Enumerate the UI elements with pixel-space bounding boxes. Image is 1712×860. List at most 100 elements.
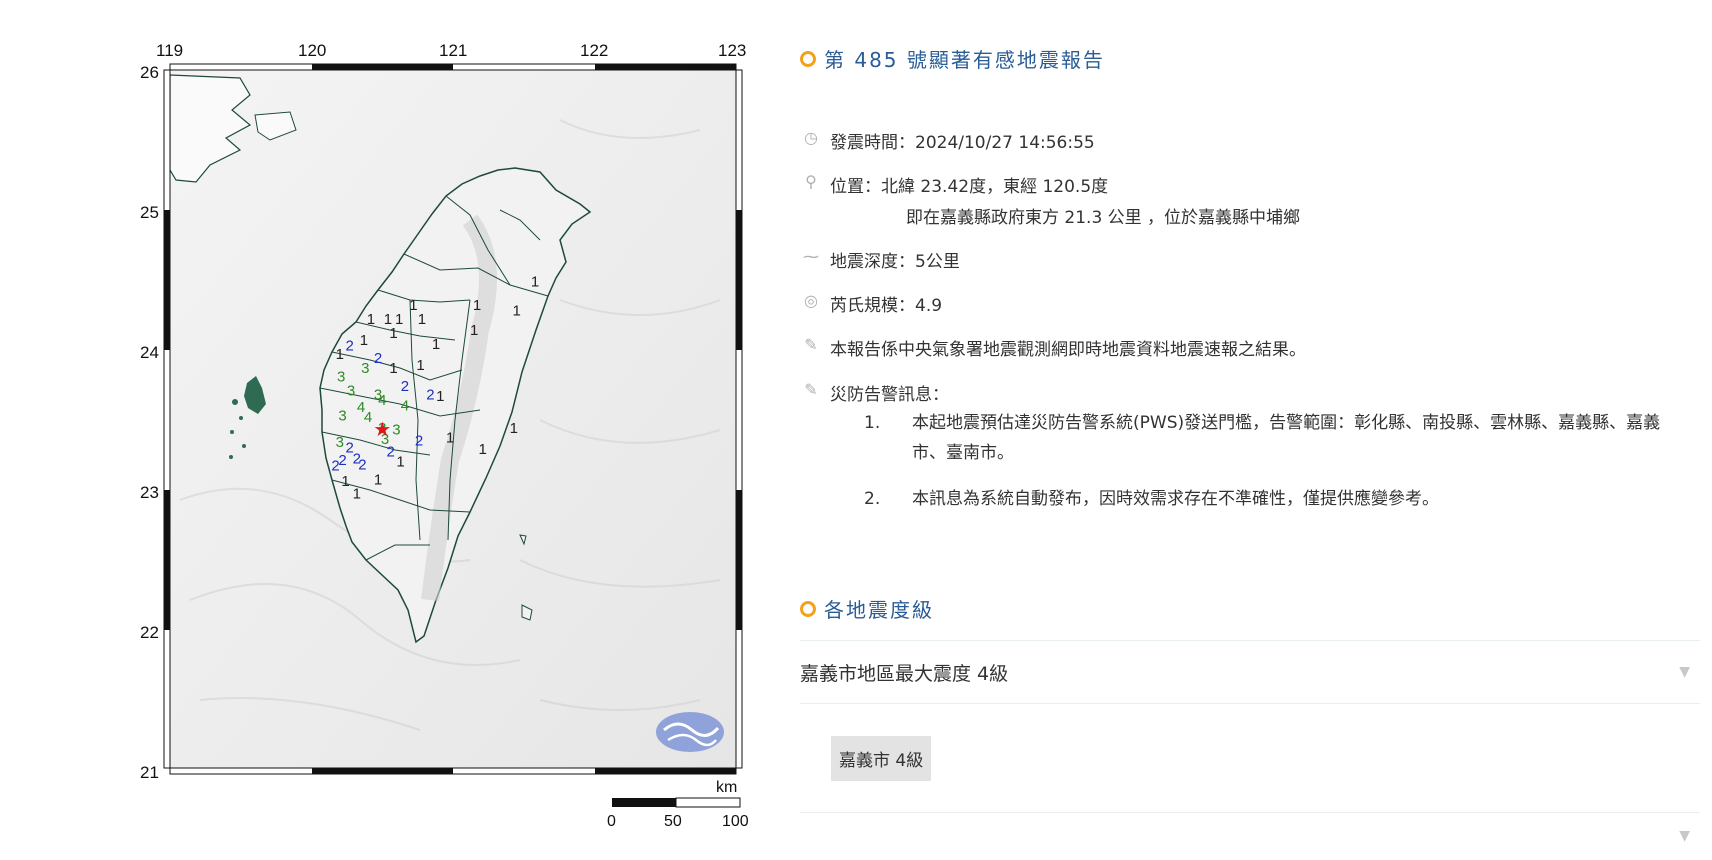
area-intensity-chip[interactable]: 嘉義市 4級 xyxy=(831,736,932,781)
station-intensity-label: 1 xyxy=(367,311,375,328)
station-intensity-label: 3 xyxy=(392,421,400,438)
area-intensity-label: 嘉義市 4級 xyxy=(839,751,924,771)
station-intensity-label: 2 xyxy=(346,338,354,355)
station-intensity-label: 1 xyxy=(531,273,539,290)
report-title: 第 485 號顯著有感地震報告 xyxy=(824,48,1105,72)
lon-tick-label: 122 xyxy=(580,41,608,60)
station-intensity-label: 1 xyxy=(336,346,344,363)
station-intensity-label: 2 xyxy=(358,456,366,473)
warning-row: ✎ 災防告警訊息： xyxy=(800,380,949,405)
region-max-intensity: 嘉義市地區最大震度 4級 xyxy=(800,662,1009,685)
region-accordion-header[interactable]: 嘉義市地區最大震度 4級 ▼ xyxy=(800,652,1700,692)
origin-time: 發震時間：2024/10/27 14:56:55 xyxy=(830,133,1095,153)
caret-down-icon[interactable]: ▼ xyxy=(1679,664,1690,680)
source-note-row: ✎ 本報告係中央氣象署地震觀測網即時地震資料地震速報之結果。 xyxy=(800,335,1306,360)
station-intensity-label: 1 xyxy=(470,322,478,339)
divider xyxy=(800,812,1700,813)
lon-tick-label: 123 xyxy=(718,41,746,60)
station-intensity-label: 1 xyxy=(341,473,349,490)
depth-row: ⁓ 地震深度：5公里 xyxy=(800,247,960,272)
station-intensity-label: 3 xyxy=(361,360,369,377)
station-intensity-label: 1 xyxy=(353,486,361,503)
warning-label: 災防告警訊息： xyxy=(830,385,949,405)
location-row: ⚲ 位置：北緯 23.42度，東經 120.5度 xyxy=(800,172,1108,197)
station-intensity-label: 3 xyxy=(347,382,355,399)
magnitude-row: ◎ 芮氏規模：4.9 xyxy=(800,291,942,316)
station-intensity-label: 1 xyxy=(374,472,382,489)
scale-label-100: 100 xyxy=(722,813,749,830)
depth-wave-icon: ⁓ xyxy=(803,247,819,266)
station-intensity-label: 1 xyxy=(446,430,454,447)
lon-tick-label: 119 xyxy=(156,41,183,60)
warning-item-2: 2. 本訊息為系統自動發布，因時效需求存在不準確性，僅提供應變參考。 xyxy=(864,484,1684,514)
divider xyxy=(800,703,1700,704)
station-intensity-label: 1 xyxy=(436,388,444,405)
station-intensity-label: 3 xyxy=(338,407,346,424)
station-intensity-label: 1 xyxy=(432,336,440,353)
warning-item-text: 本起地震預估達災防告警系統(PWS)發送門檻，告警範圍：彰化縣、南投縣、雲林縣、… xyxy=(912,413,1661,463)
lat-tick-label: 23 xyxy=(140,483,159,502)
station-intensity-label: 1 xyxy=(418,311,426,328)
station-intensity-label: 1 xyxy=(479,441,487,458)
megaphone-icon: ✎ xyxy=(804,380,818,399)
station-intensity-label: 1 xyxy=(360,332,368,349)
station-intensity-label: 3 xyxy=(336,434,344,451)
scale-unit: km xyxy=(716,779,737,796)
warning-item-number: 1. xyxy=(864,413,881,433)
station-intensity-label: 1 xyxy=(389,325,397,342)
bullet-circle-icon xyxy=(800,50,816,67)
station-intensity-label: 2 xyxy=(374,350,382,367)
cwa-logo xyxy=(656,712,724,752)
depth: 地震深度：5公里 xyxy=(830,252,960,272)
location-detail: 即在嘉義縣政府東方 21.3 公里 ，位於嘉義縣中埔鄉 xyxy=(906,208,1301,228)
warning-item-text: 本訊息為系統自動發布，因時效需求存在不準確性，僅提供應變參考。 xyxy=(912,489,1439,509)
clock-icon: ◷ xyxy=(804,128,818,147)
lat-tick-label: 22 xyxy=(140,623,159,642)
source-note: 本報告係中央氣象署地震觀測網即時地震資料地震速報之結果。 xyxy=(830,340,1306,360)
origin-time-row: ◷ 發震時間：2024/10/27 14:56:55 xyxy=(800,128,1095,153)
lon-tick-label: 121 xyxy=(439,41,467,60)
location-pin-icon: ⚲ xyxy=(805,172,817,191)
station-intensity-label: 1 xyxy=(389,360,397,377)
station-intensity-label: 2 xyxy=(331,458,339,475)
magnitude: 芮氏規模：4.9 xyxy=(830,296,943,316)
station-intensity-label: 3 xyxy=(337,368,345,385)
divider xyxy=(800,640,1700,641)
intensity-section-title: 各地震度級 xyxy=(824,598,934,622)
station-intensity-label: 1 xyxy=(513,303,521,320)
lat-tick-label: 25 xyxy=(140,203,159,222)
lat-tick-label: 26 xyxy=(140,63,159,82)
location: 位置：北緯 23.42度，東經 120.5度 xyxy=(830,177,1109,197)
epicenter-star-icon: ★ xyxy=(373,417,391,441)
intensity-section-title-row: 各地震度級 xyxy=(800,594,934,623)
warning-item-1: 1. 本起地震預估達災防告警系統(PWS)發送門檻，告警範圍：彰化縣、南投縣、雲… xyxy=(864,408,1684,468)
station-intensity-label: 2 xyxy=(401,378,409,395)
warning-item-number: 2. xyxy=(864,489,881,509)
lon-tick-label: 120 xyxy=(298,41,326,60)
station-intensity-label: 1 xyxy=(409,297,417,314)
station-intensity-label: 4 xyxy=(378,392,386,409)
report-title-row: 第 485 號顯著有感地震報告 xyxy=(800,44,1105,73)
bullet-circle-icon xyxy=(800,600,816,617)
epicenter-layer: ★ xyxy=(373,417,391,441)
station-intensity-label: 2 xyxy=(426,387,434,404)
epicenter-map-svg: 119 120 121 122 123 26 25 24 23 22 21 11… xyxy=(140,41,749,830)
scale-label-50: 50 xyxy=(664,813,682,830)
epicenter-map: 119 120 121 122 123 26 25 24 23 22 21 11… xyxy=(0,0,780,860)
station-intensity-label: 1 xyxy=(396,454,404,471)
station-intensity-label: 1 xyxy=(416,357,424,374)
station-intensity-label: 1 xyxy=(473,297,481,314)
station-intensity-label: 4 xyxy=(401,398,409,415)
station-intensity-label: 2 xyxy=(415,433,423,450)
megaphone-icon: ✎ xyxy=(804,335,818,354)
station-intensity-label: 4 xyxy=(364,409,372,426)
lat-tick-label: 24 xyxy=(140,343,159,362)
scale-label-0: 0 xyxy=(607,813,616,830)
lat-tick-label: 21 xyxy=(140,763,159,782)
scale-bar: km 0 50 100 xyxy=(607,779,749,830)
caret-down-icon[interactable]: ▼ xyxy=(1679,828,1690,844)
station-intensity-label: 1 xyxy=(510,420,518,437)
latitude-tick-labels: 26 25 24 23 22 21 xyxy=(140,63,159,782)
longitude-tick-labels: 119 120 121 122 123 xyxy=(156,41,746,60)
station-intensity-label: 2 xyxy=(387,444,395,461)
